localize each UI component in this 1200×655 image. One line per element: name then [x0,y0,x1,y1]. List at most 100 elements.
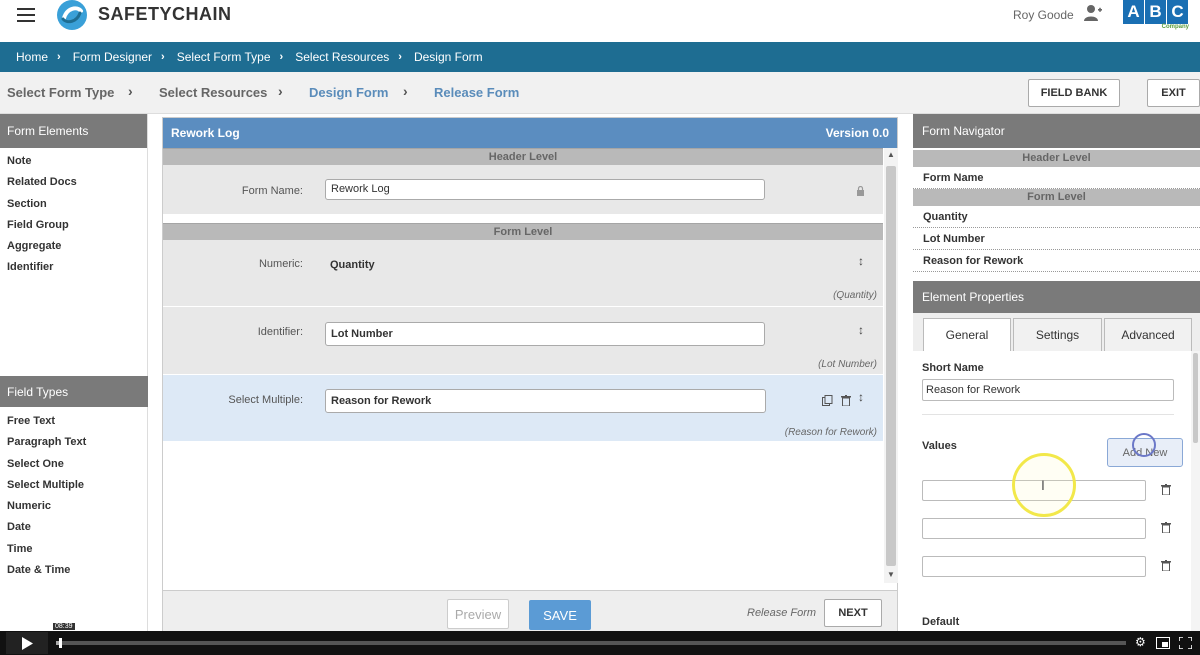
user-settings-icon[interactable] [1083,4,1103,22]
field-type-date-time[interactable]: Date & Time [0,560,148,581]
nav-item-reason-for-rework[interactable]: Reason for Rework [913,250,1200,272]
preview-button[interactable]: Preview [447,599,509,629]
breadcrumb-home[interactable]: Home [16,50,48,64]
value-input-2[interactable] [922,518,1146,539]
chevron-right-icon: › [278,83,283,99]
field-type-free-text[interactable]: Free Text [0,411,148,432]
field-type-paragraph-text[interactable]: Paragraph Text [0,432,148,453]
field-type-numeric[interactable]: Numeric [0,496,148,517]
identifier-field-row[interactable]: Identifier: Lot Number ↕ (Lot Number) [163,307,883,375]
step-select-resources[interactable]: Select Resources [159,85,267,100]
designer-footer: Preview SAVE Release Form NEXT [163,590,897,632]
value-input-3[interactable] [922,556,1146,577]
pip-icon[interactable] [1156,637,1170,649]
chevron-right-icon: › [279,51,284,63]
left-panel: Form Elements Note Related Docs Section … [0,114,148,634]
video-progress[interactable] [56,638,1126,648]
form-name-row[interactable]: Form Name: Rework Log [163,165,883,215]
form-element-aggregate[interactable]: Aggregate [0,236,147,257]
tab-settings[interactable]: Settings [1013,318,1102,351]
scrollbar-thumb[interactable] [886,166,896,566]
trash-icon[interactable] [1161,560,1171,571]
trash-icon[interactable] [841,395,851,406]
nav-item-form-name[interactable]: Form Name [913,167,1200,189]
select-multiple-input[interactable]: Reason for Rework [325,389,766,413]
field-type-select-multiple[interactable]: Select Multiple [0,475,148,496]
breadcrumb-form-designer[interactable]: Form Designer [73,50,152,64]
properties-scrollbar[interactable] [1191,351,1200,634]
chevron-right-icon: › [161,51,165,63]
form-element-section[interactable]: Section [0,194,147,215]
header-level-bar: Header Level [163,148,883,165]
breadcrumb: Home › Form Designer › Select Form Type › S… [0,42,1200,72]
designer-canvas: Header Level Form Name: Rework Log Form … [163,148,883,583]
tab-advanced[interactable]: Advanced [1104,318,1192,351]
step-release-form[interactable]: Release Form [434,85,519,100]
lock-icon [857,186,864,196]
field-type-time[interactable]: Time [0,539,148,560]
numeric-hint: (Quantity) [833,290,877,301]
field-type-select-one[interactable]: Select One [0,454,148,475]
copy-icon[interactable] [822,395,833,406]
element-properties-header: Element Properties [913,281,1200,313]
breadcrumb-design-form: Design Form [413,50,483,64]
nav-form-level: Form Level [913,189,1200,206]
safetychain-logo-icon [57,0,87,30]
form-elements-header: Form Elements [0,114,147,148]
short-name-input[interactable]: Reason for Rework [922,379,1174,401]
field-types-header: Field Types [0,376,148,407]
exit-button[interactable]: EXIT [1147,79,1200,107]
numeric-field-row[interactable]: Numeric: Quantity ↕ (Quantity) [163,240,883,307]
progress-handle[interactable] [58,638,62,648]
nav-header-level: Header Level [913,150,1200,167]
nav-item-lot-number[interactable]: Lot Number [913,228,1200,250]
play-button[interactable] [6,632,48,654]
form-name-input[interactable]: Rework Log [325,179,765,200]
field-type-date[interactable]: Date [0,517,148,538]
scrollbar-thumb[interactable] [1193,353,1198,443]
scroll-up-arrow-icon[interactable]: ▲ [887,150,895,159]
step-design-form[interactable]: Design Form [309,85,388,100]
save-button[interactable]: SAVE [529,600,591,630]
form-elements-list: Note Related Docs Section Field Group Ag… [0,148,147,279]
default-label: Default [922,616,960,628]
values-label: Values [922,440,957,452]
form-element-note[interactable]: Note [0,151,147,172]
hamburger-menu-icon[interactable] [17,8,35,22]
select-multiple-hint: (Reason for Rework) [784,427,877,438]
form-element-field-group[interactable]: Field Group [0,215,147,236]
nav-item-quantity[interactable]: Quantity [913,206,1200,228]
designer-scrollbar[interactable]: ▲ ▼ [884,148,898,583]
form-title: Rework Log [171,126,240,140]
breadcrumb-select-resources[interactable]: Select Resources [295,50,389,64]
tab-general[interactable]: General [923,318,1011,351]
chevron-right-icon: › [398,51,402,63]
scroll-down-arrow-icon[interactable]: ▼ [887,570,895,579]
select-multiple-field-row[interactable]: Select Multiple: Reason for Rework ↕ (Re… [163,375,883,442]
identifier-label: Identifier: [257,326,303,338]
move-arrows-icon[interactable]: ↕ [858,323,864,337]
wizard-steps: Select Form Type › Select Resources › De… [0,72,1200,114]
fullscreen-icon[interactable] [1179,637,1192,649]
trash-icon[interactable] [1161,522,1171,533]
properties-tabs: General Settings Advanced [913,313,1200,351]
text-cursor-icon: I [1041,477,1045,493]
form-element-related-docs[interactable]: Related Docs [0,172,147,193]
user-name[interactable]: Roy Goode [1013,8,1074,22]
short-name-label: Short Name [922,362,984,374]
next-button[interactable]: NEXT [824,599,882,627]
chevron-right-icon: › [57,51,61,63]
move-arrows-icon[interactable]: ↕ [858,390,864,404]
trash-icon[interactable] [1161,484,1171,495]
settings-gear-icon[interactable]: ⚙ [1135,635,1146,649]
form-name-label: Form Name: [241,185,303,197]
move-arrows-icon[interactable]: ↕ [858,254,864,268]
company-logo: A B C Company [1121,0,1191,33]
identifier-input[interactable]: Lot Number [325,322,765,346]
field-bank-button[interactable]: FIELD BANK [1028,79,1120,107]
form-element-identifier[interactable]: Identifier [0,257,147,278]
breadcrumb-select-form-type[interactable]: Select Form Type [177,50,271,64]
play-icon [22,636,33,650]
form-version: Version 0.0 [825,126,889,140]
step-select-form-type[interactable]: Select Form Type [7,85,114,100]
